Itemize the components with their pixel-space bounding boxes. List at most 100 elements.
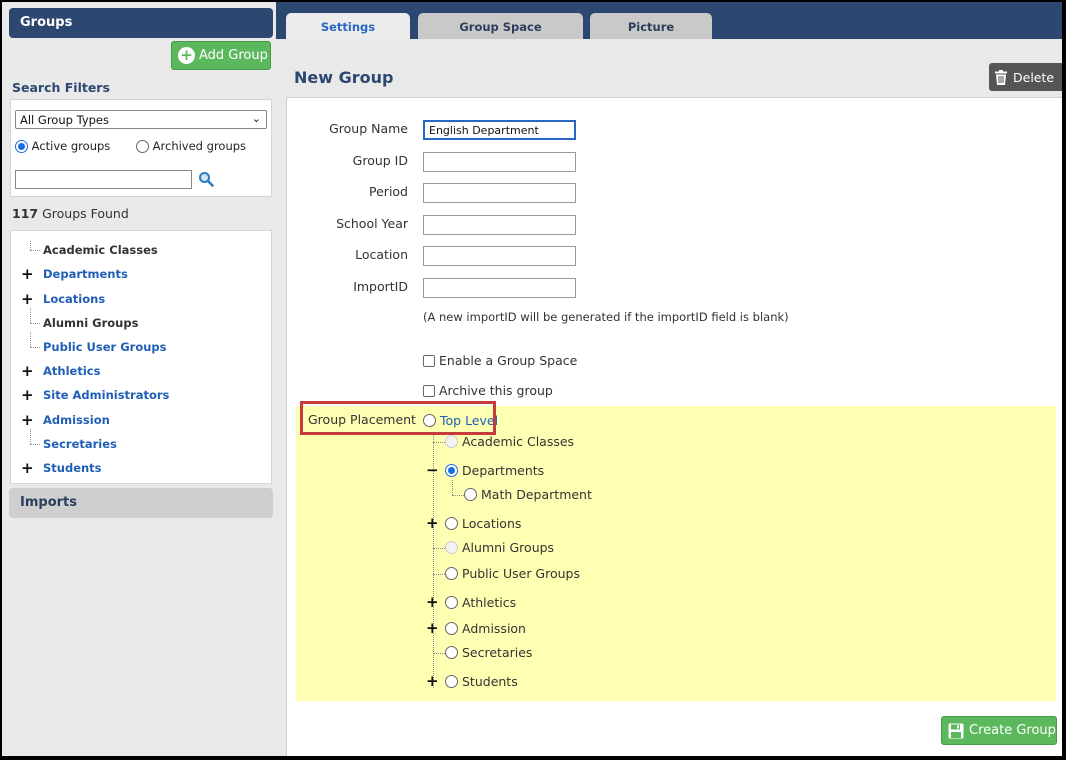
groups-panel-header[interactable]: Groups (9, 8, 273, 38)
tree-item-secretaries[interactable]: Secretaries (11, 429, 261, 453)
top-level-label[interactable]: Top Level (440, 413, 498, 428)
expand-plus-icon[interactable]: + (21, 459, 34, 477)
group-type-select[interactable]: All Group Types ⌄ (15, 110, 267, 129)
placement-item-label: Alumni Groups (462, 540, 555, 555)
tree-item-locations[interactable]: + Locations (11, 290, 261, 308)
group-name-field[interactable]: English Department (423, 120, 576, 140)
placement-radio[interactable] (445, 517, 458, 530)
tree-item-label[interactable]: Secretaries (43, 437, 117, 451)
placement-item-locations[interactable]: + Locations (426, 514, 521, 533)
placement-item-public-user-groups[interactable]: Public User Groups (445, 565, 580, 583)
tree-item-label[interactable]: Site Administrators (43, 388, 169, 402)
tree-item-label[interactable]: Public User Groups (43, 340, 167, 354)
tree-item-admission[interactable]: + Admission (11, 411, 261, 429)
tree-item-students[interactable]: + Students (11, 459, 261, 477)
tab-settings[interactable]: Settings (286, 13, 410, 39)
placement-item-label: Admission (462, 621, 526, 636)
expand-plus-icon[interactable]: + (21, 411, 34, 429)
delete-button[interactable]: Delete (989, 63, 1062, 91)
expand-plus-icon[interactable]: + (21, 362, 34, 380)
plus-circle-icon: + (178, 47, 195, 64)
placement-item-label: Students (462, 674, 518, 689)
period-field[interactable] (423, 183, 576, 203)
tree-item-athletics[interactable]: + Athletics (11, 362, 261, 380)
tree-item-alumni-groups[interactable]: Alumni Groups (11, 308, 261, 332)
tree-item-label[interactable]: Athletics (43, 364, 100, 378)
search-icon[interactable] (198, 171, 214, 187)
placement-radio[interactable] (445, 622, 458, 635)
tree-connector (30, 332, 31, 347)
groups-found-count: 117 Groups Found (12, 206, 129, 221)
group-id-label: Group ID (352, 153, 408, 168)
tree-connector (30, 444, 40, 445)
enable-group-space-label: Enable a Group Space (439, 353, 578, 368)
placement-item-alumni-groups: Alumni Groups (445, 539, 554, 557)
enable-group-space-option[interactable]: Enable a Group Space (423, 352, 577, 368)
group-placement-area (296, 406, 1056, 701)
tree-item-academic-classes[interactable]: Academic Classes (11, 241, 261, 259)
expand-plus-icon[interactable]: + (21, 265, 34, 283)
tree-connector (30, 250, 40, 251)
tree-connector (30, 323, 40, 324)
school-year-label: School Year (336, 216, 408, 231)
tab-group-space[interactable]: Group Space (418, 13, 583, 39)
tree-connector (433, 442, 445, 443)
placement-radio[interactable] (445, 464, 458, 477)
archive-group-option[interactable]: Archive this group (423, 382, 553, 398)
placement-item-admission[interactable]: + Admission (426, 619, 526, 638)
active-groups-option[interactable]: Active groups (15, 139, 110, 153)
search-input[interactable] (15, 170, 192, 189)
placement-radio[interactable] (445, 646, 458, 659)
add-group-label: Add Group (199, 48, 268, 63)
placement-radio[interactable] (445, 675, 458, 688)
school-year-field[interactable] (423, 215, 576, 235)
placement-radio[interactable] (445, 567, 458, 580)
add-group-button[interactable]: + Add Group (171, 41, 271, 70)
group-type-selected: All Group Types (20, 113, 109, 127)
placement-radio[interactable] (445, 596, 458, 609)
tree-item-label[interactable]: Locations (43, 292, 105, 306)
placement-item-students[interactable]: + Students (426, 672, 518, 691)
tree-connector (30, 308, 31, 323)
expand-plus-icon[interactable]: + (21, 290, 34, 308)
tree-item-label[interactable]: Departments (43, 267, 128, 281)
sidebar: Groups + Add Group Search Filters All Gr… (2, 2, 276, 756)
placement-item-athletics[interactable]: + Athletics (426, 593, 516, 612)
expand-plus-icon[interactable]: + (426, 593, 439, 611)
expand-plus-icon[interactable]: + (426, 672, 439, 690)
location-field[interactable] (423, 246, 576, 266)
top-level-radio[interactable] (423, 414, 436, 427)
group-tree: Academic Classes + Departments + Locatio… (10, 230, 272, 484)
delete-label: Delete (1013, 69, 1055, 85)
importid-field[interactable] (423, 278, 576, 298)
enable-group-space-checkbox[interactable] (423, 354, 435, 367)
active-groups-radio[interactable] (15, 140, 28, 153)
tree-connector (452, 495, 464, 496)
create-group-button[interactable]: Create Group (941, 716, 1057, 745)
app-window: Groups + Add Group Search Filters All Gr… (2, 2, 1062, 756)
tree-item-label[interactable]: Students (43, 461, 102, 475)
tree-item-site-administrators[interactable]: + Site Administrators (11, 386, 261, 404)
archived-groups-option[interactable]: Archived groups (136, 139, 246, 153)
expand-plus-icon[interactable]: + (21, 386, 34, 404)
collapse-minus-icon[interactable]: − (426, 461, 439, 479)
placement-top-level[interactable]: Top Level (423, 412, 498, 430)
found-count-number: 117 (12, 206, 39, 221)
expand-plus-icon[interactable]: + (426, 514, 439, 532)
chevron-down-icon: ⌄ (251, 112, 261, 125)
tree-item-label[interactable]: Admission (43, 413, 110, 427)
search-filters-heading: Search Filters (12, 80, 110, 95)
expand-plus-icon[interactable]: + (426, 619, 439, 637)
placement-item-secretaries[interactable]: Secretaries (445, 644, 532, 662)
tree-item-departments[interactable]: + Departments (11, 265, 261, 283)
placement-item-departments[interactable]: − Departments (426, 461, 544, 480)
placement-radio[interactable] (464, 488, 477, 501)
imports-panel-header[interactable]: Imports (9, 488, 273, 518)
tree-item-public-user-groups[interactable]: Public User Groups (11, 332, 261, 356)
group-id-field[interactable] (423, 152, 576, 172)
archive-group-checkbox[interactable] (423, 384, 435, 397)
archived-groups-radio[interactable] (136, 140, 149, 153)
placement-item-label: Academic Classes (462, 434, 575, 449)
placement-item-math-department[interactable]: Math Department (464, 486, 592, 504)
tab-picture[interactable]: Picture (590, 13, 712, 39)
